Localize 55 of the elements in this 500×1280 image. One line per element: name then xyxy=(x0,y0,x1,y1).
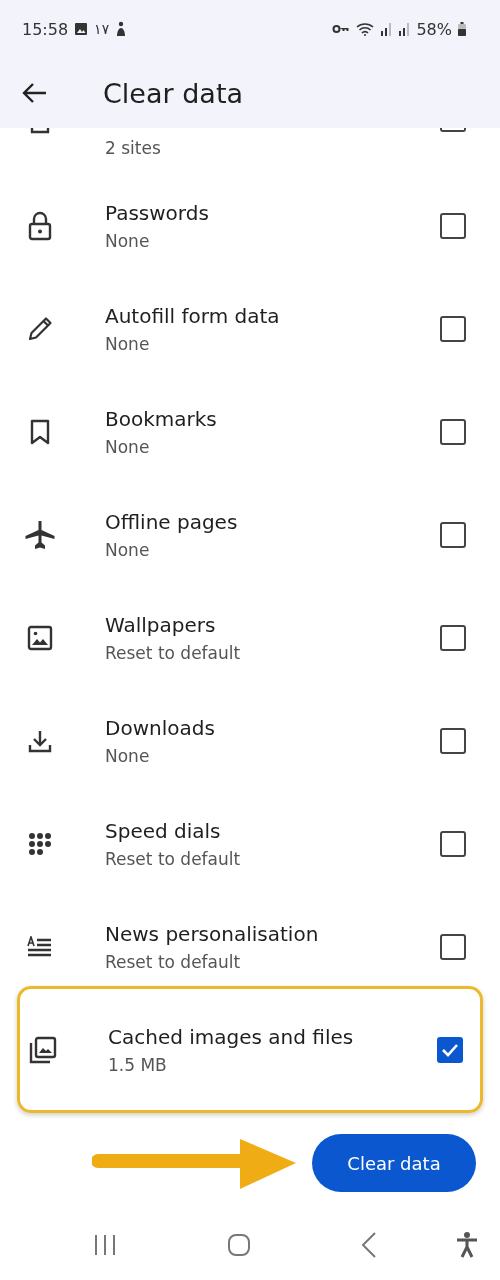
clear-data-button[interactable]: Clear data xyxy=(312,1134,476,1192)
item-subtitle: None xyxy=(105,333,151,354)
item-subtitle: None xyxy=(105,745,151,766)
checkbox[interactable] xyxy=(440,521,466,548)
item-subtitle: None xyxy=(105,539,151,560)
accessibility-icon[interactable] xyxy=(456,1232,478,1258)
item-subtitle: Reset to default xyxy=(105,848,242,869)
item-title: Cached images and files xyxy=(108,1024,355,1049)
item-title: Downloads xyxy=(105,715,216,740)
checkbox[interactable] xyxy=(437,1036,463,1063)
item-subtitle: 2 sites xyxy=(105,138,161,158)
checkbox[interactable] xyxy=(440,933,466,960)
item-title: Speed dials xyxy=(105,818,222,843)
status-time: 15:58 xyxy=(22,19,69,39)
battery-icon xyxy=(458,22,466,36)
key-icon xyxy=(332,24,351,34)
back-icon[interactable] xyxy=(361,1232,377,1258)
airplane-icon xyxy=(24,519,56,550)
item-subtitle: 1.5 MB xyxy=(108,1054,168,1075)
item-subtitle: Reset to default xyxy=(105,642,242,663)
item-title: Bookmarks xyxy=(105,406,218,431)
item-title: Offline pages xyxy=(105,509,239,534)
item-title: News personalisation xyxy=(105,921,320,946)
image-stack-icon xyxy=(29,1035,57,1064)
item-subtitle: None xyxy=(105,230,151,251)
wifi-icon xyxy=(356,22,375,36)
checkbox[interactable] xyxy=(440,418,466,445)
item-title: Wallpapers xyxy=(105,612,217,637)
bookmark-icon xyxy=(30,418,50,445)
checkbox[interactable] xyxy=(440,315,466,342)
checkbox[interactable] xyxy=(440,212,466,239)
checkbox[interactable] xyxy=(440,128,466,132)
item-title: Autofill form data xyxy=(105,303,281,328)
signal-icon xyxy=(398,22,411,36)
item-subtitle: None xyxy=(105,436,151,457)
item-title: Passwords xyxy=(105,200,210,225)
download-icon xyxy=(28,728,52,753)
image-icon xyxy=(27,624,53,651)
checkbox[interactable] xyxy=(440,830,466,857)
checkbox[interactable] xyxy=(440,624,466,651)
page-title: Clear data xyxy=(103,77,243,109)
signal-icon xyxy=(380,22,393,36)
text-lines-icon xyxy=(27,935,53,958)
back-arrow-icon[interactable] xyxy=(22,82,48,104)
item-subtitle: Reset to default xyxy=(105,951,242,972)
dot-grid-icon xyxy=(28,831,52,856)
notification-text: ١٧ xyxy=(94,21,110,37)
battery-percent: 58% xyxy=(416,19,452,39)
pencil-icon xyxy=(27,315,53,342)
home-icon[interactable] xyxy=(227,1233,251,1257)
lock-icon xyxy=(28,210,52,241)
checkbox[interactable] xyxy=(440,727,466,754)
gallery-icon xyxy=(74,22,89,36)
recent-apps-icon[interactable] xyxy=(93,1234,117,1256)
figure-icon xyxy=(115,21,128,37)
